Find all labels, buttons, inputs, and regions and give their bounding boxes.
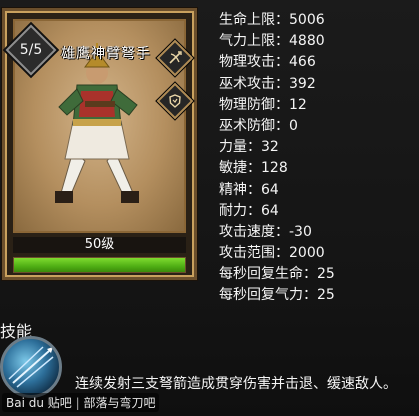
stat-row: 物理防御：12 bbox=[219, 96, 307, 113]
crossbow-type-button[interactable] bbox=[156, 39, 194, 77]
star-rank-badge: 5/5 bbox=[5, 24, 57, 76]
stat-row: 每秒回复气力：25 bbox=[219, 287, 335, 304]
shield-icon bbox=[169, 94, 181, 108]
stat-row: 每秒回复生命：25 bbox=[219, 266, 335, 283]
stat-row: 生命上限：5006 bbox=[219, 12, 325, 28]
watermark-brand: Bai du 贴吧 bbox=[6, 396, 72, 410]
skill-description: 连续发射三支弩箭造成贯穿伤害并击退、缓速敌人。 bbox=[75, 376, 397, 392]
stat-row: 气力上限：4880 bbox=[219, 33, 325, 50]
unit-hp-fill bbox=[14, 258, 185, 272]
stat-row: 力量：32 bbox=[219, 139, 279, 156]
star-rank-label: 5/5 bbox=[19, 42, 43, 58]
baidu-tieba-watermark: Bai du 贴吧 | 部落与弯刀吧 bbox=[2, 393, 160, 412]
crossbow-volley-icon[interactable] bbox=[0, 336, 62, 398]
unit-stats-list: 生命上限：5006 气力上限：4880 物理攻击：466 巫术攻击：392 物理防御：1… bbox=[219, 10, 335, 307]
stat-row: 巫术攻击：392 bbox=[219, 75, 316, 92]
stat-row: 攻击速度：-30 bbox=[219, 223, 312, 240]
unit-card: 5/5 雄鹰神臂弩手 50级 bbox=[2, 8, 197, 280]
unit-name: 雄鹰神臂弩手 bbox=[61, 46, 151, 62]
stat-row: 敏捷：128 bbox=[219, 160, 288, 177]
stat-row: 攻击范围：2000 bbox=[219, 245, 325, 262]
unit-level: 50级 bbox=[13, 237, 186, 253]
watermark-forum: 部落与弯刀吧 bbox=[83, 396, 156, 410]
stat-row: 巫术防御：0 bbox=[219, 117, 298, 134]
crossbow-icon bbox=[169, 51, 182, 64]
unit-detail-screen: 5/5 雄鹰神臂弩手 50级 生命上限：5006 气力上限：4880 物理攻击：46… bbox=[0, 0, 419, 416]
armor-type-button[interactable] bbox=[156, 82, 194, 120]
stat-row: 精神：64 bbox=[219, 181, 279, 198]
stat-row: 耐力：64 bbox=[219, 202, 279, 219]
stat-row: 物理攻击：466 bbox=[219, 54, 316, 71]
unit-hp-bar bbox=[13, 257, 186, 273]
